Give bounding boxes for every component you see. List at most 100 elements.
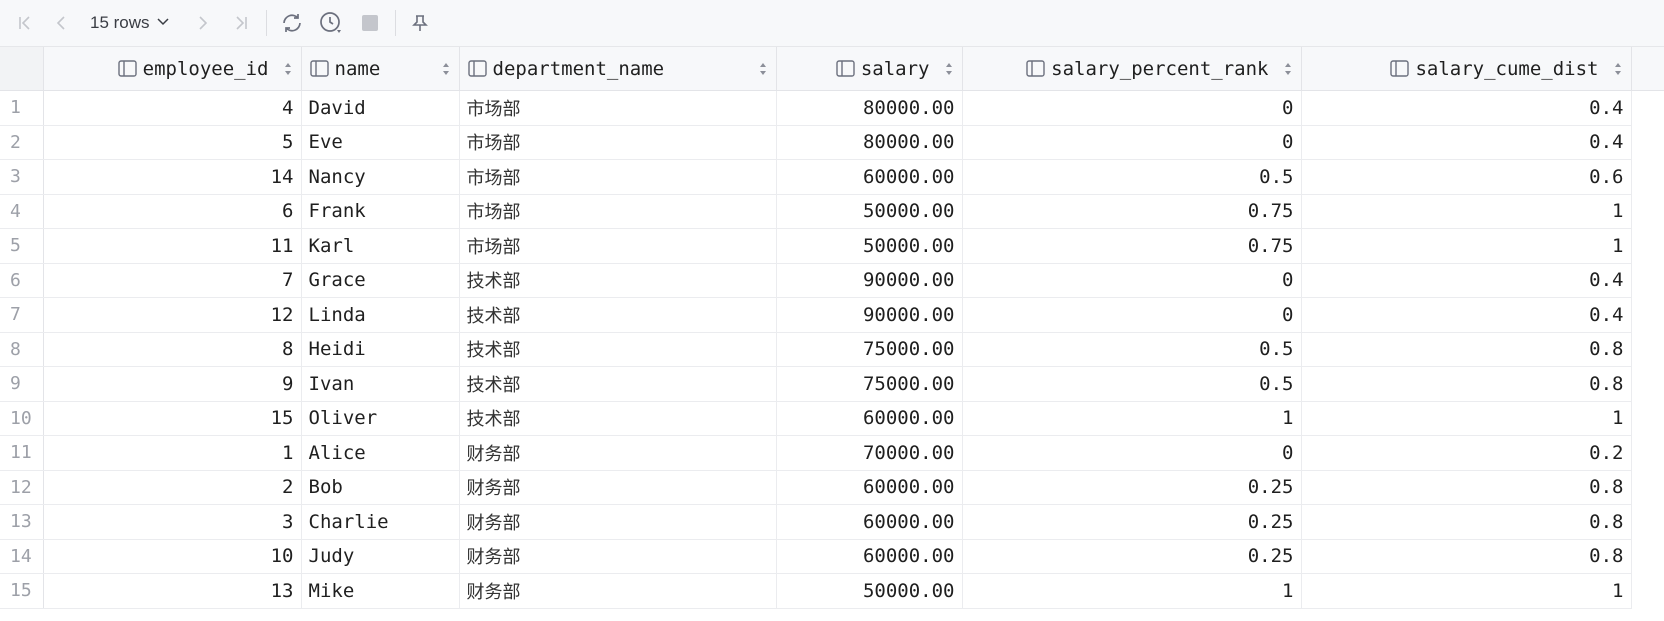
cell-salary[interactable]: 50000.00 [776, 194, 963, 229]
cell-salary_cume_dist[interactable]: 0.8 [1301, 366, 1632, 402]
cell-salary[interactable]: 80000.00 [776, 90, 963, 126]
pin-icon[interactable] [405, 8, 435, 38]
cell-department_name[interactable]: 财务部 [459, 539, 777, 574]
cell-department_name[interactable]: 市场部 [459, 90, 777, 126]
cell-salary[interactable]: 60000.00 [776, 504, 963, 540]
next-page-icon[interactable] [188, 8, 218, 38]
cell-salary[interactable]: 60000.00 [776, 539, 963, 574]
cell-salary[interactable]: 60000.00 [776, 470, 963, 505]
cell-employee_id[interactable]: 7 [43, 263, 302, 298]
cell-salary[interactable]: 90000.00 [776, 297, 963, 333]
cell-employee_id[interactable]: 2 [43, 470, 302, 505]
cell-name[interactable]: Mike [301, 573, 460, 609]
cell-salary_percent_rank[interactable]: 1 [962, 573, 1302, 609]
cell-employee_id[interactable]: 11 [43, 228, 302, 264]
cell-salary_cume_dist[interactable]: 0.4 [1301, 297, 1632, 333]
table-row[interactable]: 10 15 Oliver 技术部 60000.00 1 1 [0, 401, 1664, 436]
cell-name[interactable]: Heidi [301, 332, 460, 367]
cell-name[interactable]: Nancy [301, 159, 460, 195]
table-row[interactable]: 1 4 David 市场部 80000.00 0 0.4 [0, 90, 1664, 126]
refresh-icon[interactable] [277, 8, 307, 38]
cell-salary_cume_dist[interactable]: 0.8 [1301, 332, 1632, 367]
cell-department_name[interactable]: 市场部 [459, 159, 777, 195]
cell-department_name[interactable]: 技术部 [459, 263, 777, 298]
cell-employee_id[interactable]: 6 [43, 194, 302, 229]
cell-employee_id[interactable]: 9 [43, 366, 302, 402]
cell-employee_id[interactable]: 4 [43, 90, 302, 126]
sort-icon[interactable] [1613, 62, 1623, 76]
cell-salary_cume_dist[interactable]: 0.8 [1301, 470, 1632, 505]
column-header-salary_percent_rank[interactable]: salary_percent_rank [962, 47, 1302, 91]
cell-salary_cume_dist[interactable]: 0.6 [1301, 159, 1632, 195]
cell-employee_id[interactable]: 13 [43, 573, 302, 609]
column-header-name[interactable]: name [301, 47, 460, 91]
cell-department_name[interactable]: 市场部 [459, 125, 777, 160]
table-row[interactable]: 13 3 Charlie 财务部 60000.00 0.25 0.8 [0, 504, 1664, 540]
cell-employee_id[interactable]: 10 [43, 539, 302, 574]
cell-department_name[interactable]: 技术部 [459, 297, 777, 333]
first-page-icon[interactable] [10, 8, 40, 38]
table-row[interactable]: 14 10 Judy 财务部 60000.00 0.25 0.8 [0, 539, 1664, 574]
cell-salary[interactable]: 50000.00 [776, 573, 963, 609]
cell-salary[interactable]: 75000.00 [776, 366, 963, 402]
sort-icon[interactable] [441, 62, 451, 76]
cell-employee_id[interactable]: 5 [43, 125, 302, 160]
cell-salary_percent_rank[interactable]: 0 [962, 297, 1302, 333]
cell-name[interactable]: Oliver [301, 401, 460, 436]
cell-employee_id[interactable]: 15 [43, 401, 302, 436]
column-header-salary_cume_dist[interactable]: salary_cume_dist [1301, 47, 1632, 91]
cell-salary_cume_dist[interactable]: 0.4 [1301, 125, 1632, 160]
cell-name[interactable]: Alice [301, 435, 460, 471]
cell-salary[interactable]: 70000.00 [776, 435, 963, 471]
table-row[interactable]: 11 1 Alice 财务部 70000.00 0 0.2 [0, 435, 1664, 471]
cell-department_name[interactable]: 财务部 [459, 504, 777, 540]
cell-salary_cume_dist[interactable]: 1 [1301, 401, 1632, 436]
cell-employee_id[interactable]: 3 [43, 504, 302, 540]
cell-salary[interactable]: 60000.00 [776, 159, 963, 195]
table-row[interactable]: 7 12 Linda 技术部 90000.00 0 0.4 [0, 297, 1664, 333]
cell-employee_id[interactable]: 1 [43, 435, 302, 471]
cell-name[interactable]: Eve [301, 125, 460, 160]
cell-salary_percent_rank[interactable]: 0.5 [962, 332, 1302, 367]
cell-salary[interactable]: 90000.00 [776, 263, 963, 298]
cell-department_name[interactable]: 财务部 [459, 470, 777, 505]
cell-salary[interactable]: 80000.00 [776, 125, 963, 160]
cell-salary_cume_dist[interactable]: 0.8 [1301, 504, 1632, 540]
column-header-employee_id[interactable]: employee_id [43, 47, 302, 91]
cell-department_name[interactable]: 财务部 [459, 435, 777, 471]
sort-icon[interactable] [1283, 62, 1293, 76]
cell-department_name[interactable]: 市场部 [459, 228, 777, 264]
cell-name[interactable]: Ivan [301, 366, 460, 402]
cell-salary[interactable]: 50000.00 [776, 228, 963, 264]
cell-salary_cume_dist[interactable]: 0.4 [1301, 263, 1632, 298]
cell-department_name[interactable]: 技术部 [459, 401, 777, 436]
table-row[interactable]: 12 2 Bob 财务部 60000.00 0.25 0.8 [0, 470, 1664, 505]
table-row[interactable]: 2 5 Eve 市场部 80000.00 0 0.4 [0, 125, 1664, 160]
stop-icon[interactable] [355, 8, 385, 38]
last-page-icon[interactable] [226, 8, 256, 38]
cell-salary_percent_rank[interactable]: 0.5 [962, 366, 1302, 402]
cell-department_name[interactable]: 市场部 [459, 194, 777, 229]
cell-salary_percent_rank[interactable]: 0.5 [962, 159, 1302, 195]
cell-name[interactable]: Judy [301, 539, 460, 574]
cell-salary_percent_rank[interactable]: 0 [962, 435, 1302, 471]
cell-name[interactable]: David [301, 90, 460, 126]
history-icon[interactable] [316, 8, 346, 38]
cell-salary_cume_dist[interactable]: 1 [1301, 194, 1632, 229]
cell-name[interactable]: Frank [301, 194, 460, 229]
table-row[interactable]: 4 6 Frank 市场部 50000.00 0.75 1 [0, 194, 1664, 229]
table-row[interactable]: 6 7 Grace 技术部 90000.00 0 0.4 [0, 263, 1664, 298]
cell-salary_cume_dist[interactable]: 1 [1301, 573, 1632, 609]
cell-salary_percent_rank[interactable]: 0.25 [962, 539, 1302, 574]
cell-salary_cume_dist[interactable]: 0.8 [1301, 539, 1632, 574]
cell-employee_id[interactable]: 12 [43, 297, 302, 333]
cell-salary_cume_dist[interactable]: 0.2 [1301, 435, 1632, 471]
cell-salary_percent_rank[interactable]: 1 [962, 401, 1302, 436]
cell-name[interactable]: Charlie [301, 504, 460, 540]
cell-name[interactable]: Karl [301, 228, 460, 264]
column-header-department_name[interactable]: department_name [459, 47, 777, 91]
cell-name[interactable]: Linda [301, 297, 460, 333]
cell-salary_percent_rank[interactable]: 0.25 [962, 470, 1302, 505]
cell-salary[interactable]: 60000.00 [776, 401, 963, 436]
cell-salary_percent_rank[interactable]: 0.25 [962, 504, 1302, 540]
